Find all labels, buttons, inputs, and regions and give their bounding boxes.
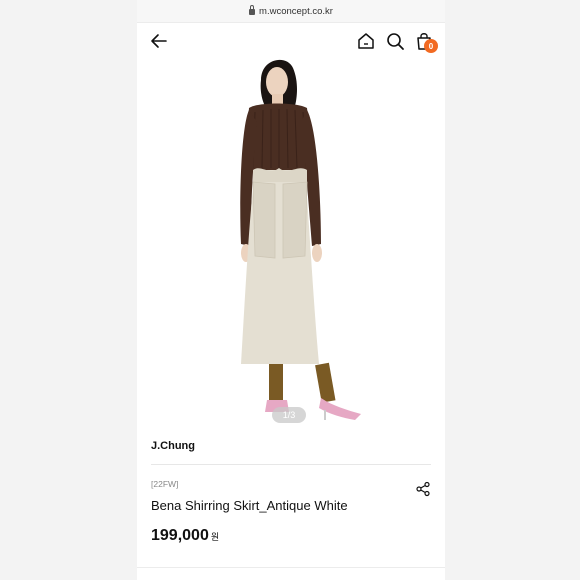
- section-divider: [137, 567, 445, 568]
- brand-name[interactable]: J.Chung: [151, 440, 431, 465]
- lock-icon: [249, 5, 256, 15]
- left-background: [0, 0, 137, 580]
- top-navigation: 0: [137, 23, 445, 60]
- price-row: 199,000 원: [151, 527, 431, 545]
- right-background: [445, 0, 580, 580]
- image-pager: 1/3: [272, 407, 306, 423]
- season-tag: [22FW]: [151, 479, 179, 489]
- product-info: J.Chung [22FW] Bena Shirring Skirt_Antiq…: [151, 440, 431, 545]
- back-arrow-icon[interactable]: [148, 30, 170, 52]
- url-text: m.wconcept.co.kr: [259, 5, 333, 17]
- cart-count-badge: 0: [424, 39, 438, 53]
- share-icon[interactable]: [415, 481, 431, 497]
- home-icon[interactable]: [355, 30, 377, 52]
- currency-label: 원: [210, 532, 220, 542]
- product-image[interactable]: [137, 58, 445, 430]
- mobile-page: m.wconcept.co.kr 0 1/3 J.Chung [22FW] Be…: [137, 0, 445, 580]
- model-illustration: [240, 59, 361, 420]
- address-bar[interactable]: m.wconcept.co.kr: [137, 0, 445, 23]
- product-title: Bena Shirring Skirt_Antique White: [151, 498, 348, 513]
- price-value: 199,000: [151, 527, 209, 544]
- search-icon[interactable]: [384, 30, 406, 52]
